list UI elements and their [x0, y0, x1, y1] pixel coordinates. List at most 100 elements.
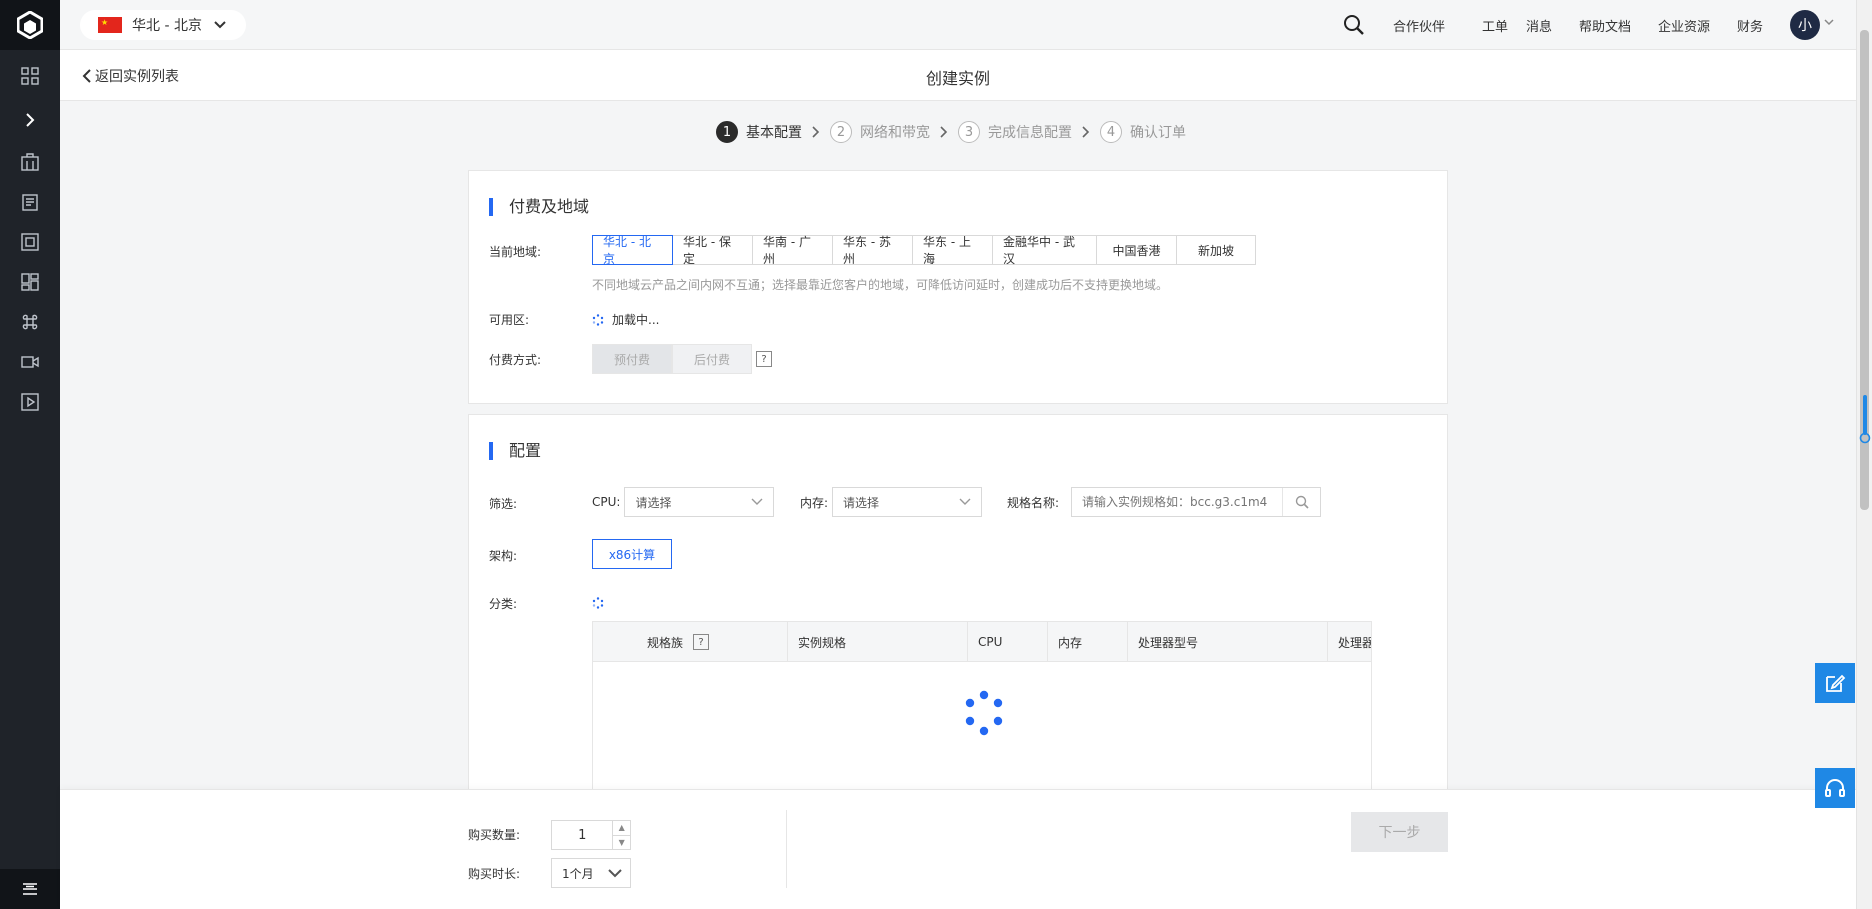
- region-option[interactable]: 华东 - 苏州: [833, 235, 913, 266]
- chevron-down-icon: [751, 498, 763, 505]
- zone-loading-text: 加载中...: [612, 313, 660, 327]
- column-header-label: 规格族: [647, 635, 684, 650]
- column-header-processor-model[interactable]: 处理器型号: [1128, 622, 1328, 662]
- document-list-icon[interactable]: [0, 182, 60, 222]
- nav-tickets[interactable]: 工单: [1482, 16, 1508, 35]
- pay-method-label: 付费方式:: [489, 353, 542, 367]
- decrement-arrow-icon[interactable]: ▼: [613, 836, 630, 850]
- memory-select-value: 请选择: [843, 495, 880, 510]
- duration-select[interactable]: 1个月: [551, 858, 631, 888]
- scroll-indicator-icon: [1859, 395, 1871, 444]
- quantity-stepper[interactable]: 1 ▲ ▼: [551, 820, 631, 850]
- column-header-family[interactable]: 规格族 ?: [593, 622, 788, 662]
- purchase-bar: 购买数量: 1 ▲ ▼ 购买时长: 1个月 下一步: [60, 789, 1856, 909]
- chevron-down-icon: [608, 868, 622, 877]
- server-icon[interactable]: [0, 222, 60, 262]
- quantity-value[interactable]: 1: [552, 821, 612, 849]
- top-header: 华北 - 北京 合作伙伴 工单 消息 帮助文档 企业资源 财务 小: [60, 0, 1856, 50]
- step-label: 基本配置: [746, 125, 802, 141]
- media-play-icon[interactable]: [0, 382, 60, 422]
- nav-enterprise-resources[interactable]: 企业资源: [1658, 16, 1710, 35]
- step-indicator: 1 基本配置 2 网络和带宽 3 完成信息配置 4 确认订单: [716, 121, 1186, 143]
- region-switcher[interactable]: 华北 - 北京: [80, 10, 246, 40]
- memory-select[interactable]: 请选择: [832, 487, 983, 517]
- product-box-icon[interactable]: [0, 142, 60, 182]
- chevron-down-icon[interactable]: [1824, 19, 1834, 26]
- chevron-right-icon: [940, 126, 948, 138]
- menu-list-icon[interactable]: [0, 869, 60, 909]
- left-sidebar: [0, 0, 60, 909]
- region-option[interactable]: 新加坡: [1177, 235, 1256, 265]
- cpu-filter-label: CPU:: [592, 495, 621, 509]
- zone-loading: 加载中...: [592, 311, 659, 328]
- next-step-button[interactable]: 下一步: [1351, 812, 1448, 852]
- avatar-text: 小: [1798, 18, 1812, 34]
- postpaid-option[interactable]: 后付费: [672, 344, 752, 374]
- region-option[interactable]: 金融华中 - 武汉: [993, 235, 1097, 266]
- help-question-icon[interactable]: ?: [756, 351, 772, 367]
- logo-icon[interactable]: [0, 0, 60, 50]
- config-card: 配置 筛选: CPU: 请选择 内存: 请选择 规格名称: 请输入实例规格如：b…: [468, 414, 1448, 789]
- column-header-cpu[interactable]: CPU: [968, 622, 1048, 662]
- search-icon[interactable]: [1342, 13, 1366, 37]
- quantity-label: 购买数量:: [468, 828, 521, 842]
- layout-grid-icon[interactable]: [0, 262, 60, 302]
- chevron-right-icon: [812, 126, 820, 138]
- arch-label: 架构:: [489, 549, 518, 563]
- region-option[interactable]: 华北 - 北京: [592, 235, 673, 266]
- region-switcher-label: 华北 - 北京: [132, 18, 202, 34]
- memory-filter-label: 内存:: [800, 495, 829, 510]
- nav-finance[interactable]: 财务: [1737, 16, 1763, 35]
- step-basic-config: 1 基本配置: [716, 121, 802, 143]
- region-option[interactable]: 华东 - 上海: [913, 235, 993, 266]
- avatar[interactable]: 小: [1790, 10, 1820, 40]
- customer-service-headset-icon[interactable]: [1815, 768, 1855, 808]
- prepaid-option[interactable]: 预付费: [592, 344, 672, 374]
- region-option[interactable]: 中国香港: [1097, 235, 1177, 265]
- section-title: 付费及地域: [489, 198, 589, 216]
- step-complete-info: 3 完成信息配置: [958, 121, 1072, 143]
- column-header-memory[interactable]: 内存: [1048, 622, 1128, 662]
- cpu-select[interactable]: 请选择: [624, 487, 775, 517]
- step-label: 网络和带宽: [860, 125, 930, 141]
- increment-arrow-icon[interactable]: ▲: [613, 821, 630, 836]
- billing-region-card: 付费及地域 当前地域: 华北 - 北京 华北 - 保定 华南 - 广州 华东 -…: [468, 170, 1448, 404]
- spec-search-field: [1071, 487, 1322, 517]
- region-option[interactable]: 华南 - 广州: [753, 235, 833, 266]
- chevron-down-icon: [959, 498, 971, 505]
- video-camera-icon[interactable]: [0, 342, 60, 382]
- help-question-icon[interactable]: ?: [693, 634, 710, 650]
- region-option[interactable]: 华北 - 保定: [673, 235, 753, 266]
- zone-label: 可用区:: [489, 313, 530, 327]
- spec-name-filter: 规格名称:: [1007, 487, 1322, 517]
- nav-help-docs[interactable]: 帮助文档: [1579, 16, 1631, 35]
- pay-method-selector: 预付费 后付费 ?: [592, 344, 772, 374]
- cpu-filter: CPU: 请选择: [592, 487, 775, 517]
- spec-table: 规格族 ? 实例规格 CPU 内存 处理器型号 处理器: [592, 621, 1372, 789]
- page-title: 创建实例: [925, 69, 990, 88]
- region-selector: 华北 - 北京 华北 - 保定 华南 - 广州 华东 - 苏州 华东 - 上海 …: [592, 235, 1256, 266]
- step-number: 1: [716, 121, 738, 143]
- nav-messages[interactable]: 消息: [1526, 16, 1552, 35]
- network-command-icon[interactable]: [0, 302, 60, 342]
- nav-partners[interactable]: 合作伙伴: [1393, 16, 1445, 35]
- region-hint: 不同地域云产品之间内网不互通；选择最靠近您客户的地域，可降低访问延时，创建成功后…: [592, 278, 1169, 292]
- step-label: 完成信息配置: [988, 125, 1072, 141]
- spec-search-input[interactable]: [1072, 488, 1283, 516]
- arch-x86-option[interactable]: x86计算: [592, 539, 672, 569]
- search-icon[interactable]: [1282, 488, 1320, 516]
- step-number: 4: [1100, 121, 1122, 143]
- section-title: 配置: [489, 442, 541, 460]
- expand-chevron-icon[interactable]: [0, 100, 60, 140]
- loading-spinner-icon: [592, 313, 604, 326]
- duration-value: 1个月: [562, 866, 594, 881]
- feedback-edit-icon[interactable]: [1815, 663, 1855, 703]
- column-header-spec[interactable]: 实例规格: [788, 622, 968, 662]
- china-flag-icon: [98, 17, 122, 33]
- main-content: 1 基本配置 2 网络和带宽 3 完成信息配置 4 确认订单 付费及地域 当前地…: [60, 101, 1856, 789]
- column-header-processor[interactable]: 处理器: [1328, 622, 1371, 662]
- duration-label: 购买时长:: [468, 867, 521, 881]
- page-scrollbar[interactable]: [1856, 0, 1872, 909]
- cpu-select-value: 请选择: [635, 495, 672, 510]
- dashboard-grid-icon[interactable]: [0, 56, 60, 96]
